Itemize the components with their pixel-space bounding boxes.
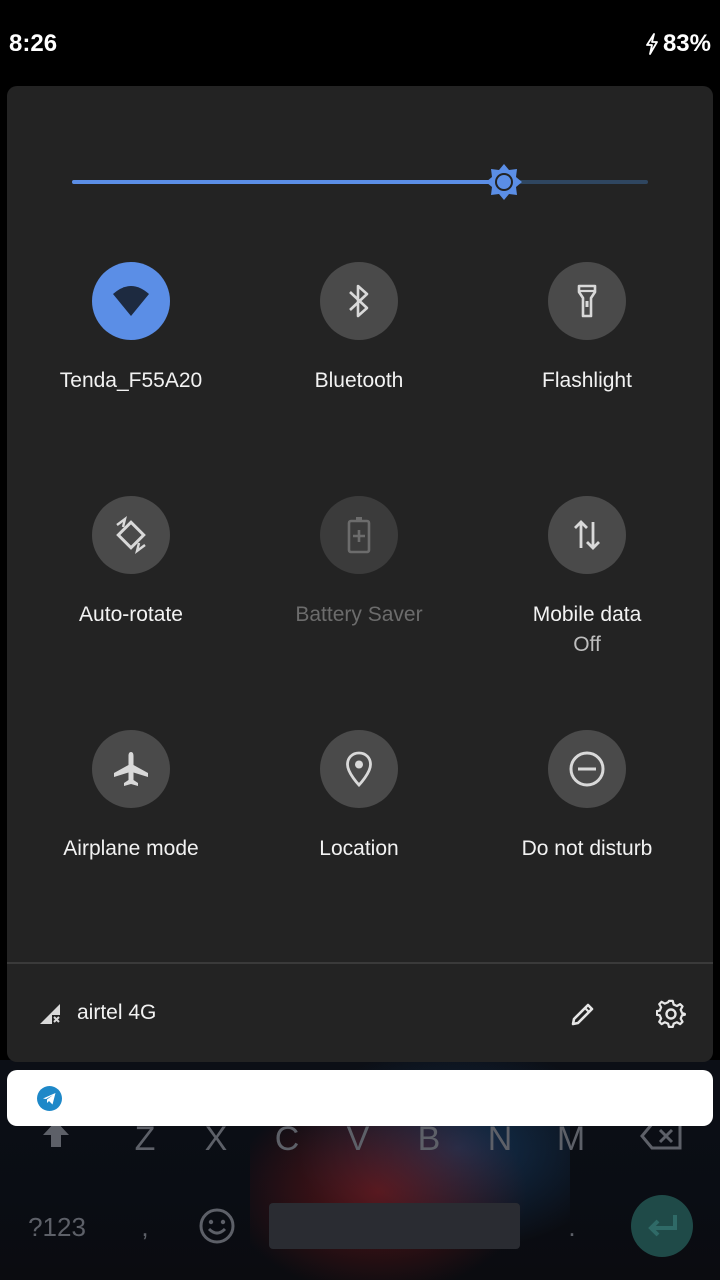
- tile-label: Auto-rotate: [79, 603, 183, 626]
- wifi-icon: [113, 286, 149, 316]
- brightness-thumb-icon[interactable]: [484, 162, 524, 202]
- panel-footer: airtel 4G: [7, 964, 713, 1062]
- carrier-name[interactable]: airtel 4G: [77, 1001, 156, 1025]
- notification-card[interactable]: [7, 1070, 713, 1126]
- tile-mobile-data[interactable]: Mobile data Off: [473, 496, 701, 696]
- auto-rotate-icon: [116, 516, 146, 554]
- tile-do-not-disturb[interactable]: Do not disturb: [473, 730, 701, 930]
- do-not-disturb-toggle[interactable]: [548, 730, 626, 808]
- tile-label: Do not disturb: [521, 837, 653, 860]
- enter-arrow-icon: [648, 1215, 677, 1237]
- tile-bluetooth[interactable]: Bluetooth: [245, 262, 473, 462]
- battery-saver-toggle[interactable]: [320, 496, 398, 574]
- battery-percent: 83%: [662, 30, 711, 57]
- mobile-data-icon: [574, 520, 600, 550]
- tile-sublabel: Off: [573, 633, 601, 656]
- status-bar: 8:26 83%: [0, 0, 720, 86]
- airplane-mode-toggle[interactable]: [92, 730, 170, 808]
- tile-label: Airplane mode: [63, 837, 199, 860]
- clock: 8:26: [9, 30, 58, 57]
- bluetooth-icon: [349, 284, 369, 318]
- backspace-key-icon: [640, 1122, 682, 1150]
- tile-auto-rotate[interactable]: Auto-rotate: [17, 496, 245, 696]
- comma-key[interactable]: ,: [141, 1212, 148, 1243]
- location-icon: [346, 751, 372, 788]
- period-key[interactable]: .: [568, 1212, 575, 1243]
- enter-key[interactable]: [631, 1195, 693, 1257]
- settings-button[interactable]: [654, 997, 688, 1031]
- brightness-slider[interactable]: [72, 162, 648, 202]
- bluetooth-toggle[interactable]: [320, 262, 398, 340]
- pencil-icon: [571, 1003, 594, 1026]
- symbols-key[interactable]: ?123: [28, 1212, 86, 1243]
- tile-label: Flashlight: [542, 369, 632, 392]
- do-not-disturb-icon: [569, 751, 605, 787]
- telegram-icon: [37, 1086, 62, 1111]
- flashlight-icon: [577, 284, 597, 318]
- brightness-fill: [72, 180, 504, 184]
- charging-bolt-icon: [646, 33, 658, 55]
- tile-wifi[interactable]: Tenda_F55A20: [17, 262, 245, 462]
- tile-label: Bluetooth: [314, 369, 404, 392]
- airplane-icon: [114, 752, 148, 786]
- edit-tiles-button[interactable]: [566, 997, 600, 1031]
- wifi-toggle[interactable]: [92, 262, 170, 340]
- tile-label: Mobile data: [532, 603, 642, 626]
- tile-location[interactable]: Location: [245, 730, 473, 930]
- signal-no-service-icon: [40, 1004, 60, 1024]
- gear-icon: [656, 999, 686, 1029]
- tile-flashlight[interactable]: Flashlight: [473, 262, 701, 462]
- mobile-data-toggle[interactable]: [548, 496, 626, 574]
- auto-rotate-toggle[interactable]: [92, 496, 170, 574]
- tile-label: Tenda_F55A20: [59, 369, 203, 392]
- tile-label: Location: [319, 837, 399, 860]
- tile-airplane-mode[interactable]: Airplane mode: [17, 730, 245, 930]
- flashlight-toggle[interactable]: [548, 262, 626, 340]
- tile-battery-saver[interactable]: Battery Saver: [245, 496, 473, 696]
- emoji-key-icon: [199, 1208, 235, 1244]
- location-toggle[interactable]: [320, 730, 398, 808]
- battery-saver-icon: [347, 517, 371, 554]
- spacebar-key[interactable]: [269, 1203, 520, 1249]
- quick-settings-panel: Tenda_F55A20 Bluetooth Flashlight Auto-r…: [7, 86, 713, 1062]
- battery-status: 83%: [645, 30, 711, 58]
- tile-label: Battery Saver: [295, 603, 423, 626]
